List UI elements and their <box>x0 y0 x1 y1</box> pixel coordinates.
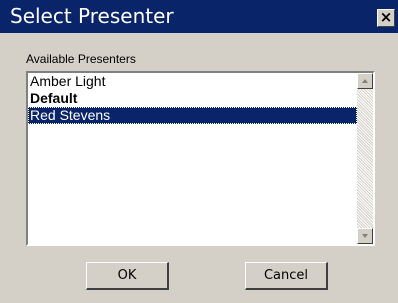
scroll-up-arrow-icon <box>362 79 368 83</box>
close-icon: × <box>379 8 393 26</box>
scroll-down-arrow-icon <box>362 234 368 238</box>
cancel-button[interactable]: Cancel <box>245 262 328 290</box>
list-item[interactable]: Default <box>28 90 357 107</box>
select-presenter-dialog: Select Presenter × Available Presenters … <box>0 0 398 303</box>
list-item[interactable]: Red Stevens <box>28 107 357 124</box>
available-presenters-label: Available Presenters <box>26 52 136 66</box>
presenter-listbox[interactable]: Amber Light Default Red Stevens <box>26 71 375 246</box>
scroll-up-button[interactable] <box>357 73 373 89</box>
scroll-down-button[interactable] <box>357 228 373 244</box>
ok-button[interactable]: OK <box>86 262 169 290</box>
title-bar[interactable]: Select Presenter × <box>0 0 398 33</box>
close-button[interactable]: × <box>377 9 395 27</box>
list-item[interactable]: Amber Light <box>28 73 357 90</box>
vertical-scrollbar[interactable] <box>357 73 373 244</box>
window-title: Select Presenter <box>10 4 174 28</box>
presenter-list: Amber Light Default Red Stevens <box>28 73 357 244</box>
